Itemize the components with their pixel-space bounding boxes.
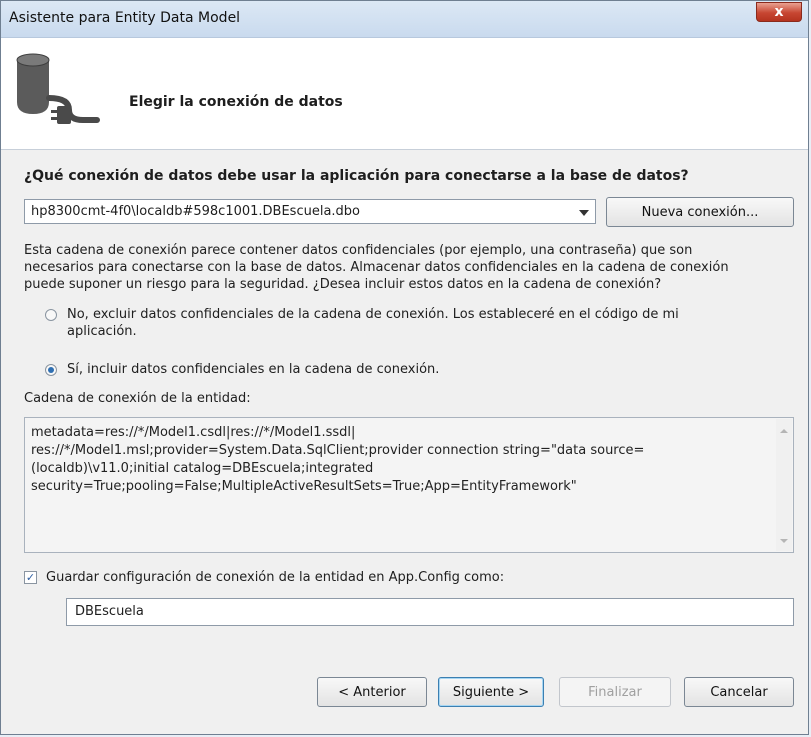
entity-data-model-wizard: Asistente para Entity Data Model x Elegi… — [0, 0, 809, 735]
vertical-scrollbar[interactable] — [776, 419, 792, 551]
warning-line: Esta cadena de conexión parece contener … — [24, 243, 693, 258]
include-sensitive-radio[interactable] — [45, 364, 57, 376]
include-sensitive-option[interactable]: Sí, incluir datos confidenciales en la c… — [45, 361, 440, 378]
exclude-sensitive-radio[interactable] — [45, 309, 57, 321]
sensitive-data-warning: Esta cadena de conexión parece contener … — [24, 242, 784, 293]
connection-dropdown-value: hp8300cmt-4f0\localdb#598c1001.DBEscuela… — [31, 204, 361, 219]
page-title: Elegir la conexión de datos — [129, 94, 343, 110]
chevron-down-icon[interactable] — [579, 210, 589, 216]
connection-string-line: security=True;pooling=False;MultipleActi… — [31, 479, 577, 494]
database-connection-icon — [16, 53, 100, 124]
previous-button[interactable]: < Anterior — [317, 677, 427, 707]
title-bar: Asistente para Entity Data Model x — [1, 1, 808, 38]
connection-dropdown[interactable]: hp8300cmt-4f0\localdb#598c1001.DBEscuela… — [24, 199, 596, 224]
connection-string-line: (localdb)\v11.0;initial catalog=DBEscuel… — [31, 461, 374, 476]
warning-line: puede suponer un riesgo para la segurida… — [24, 277, 662, 292]
scroll-down-icon[interactable] — [780, 539, 788, 543]
wizard-content: ¿Qué conexión de datos debe usar la apli… — [1, 150, 808, 734]
save-config-label: Guardar configuración de conexión de la … — [46, 570, 505, 585]
entity-connection-string[interactable]: metadata=res://*/Model1.csdl|res://*/Mod… — [24, 417, 794, 553]
finish-button: Finalizar — [559, 677, 671, 707]
exclude-sensitive-option[interactable]: No, excluir datos confidenciales de la c… — [45, 306, 679, 340]
entity-connection-label: Cadena de conexión de la entidad: — [24, 391, 251, 406]
connection-name-input[interactable]: DBEscuela — [66, 598, 794, 626]
exclude-sensitive-label: No, excluir datos confidenciales de la c… — [67, 307, 679, 322]
next-button[interactable]: Siguiente > — [438, 677, 544, 707]
connection-string-line: metadata=res://*/Model1.csdl|res://*/Mod… — [31, 425, 356, 440]
connection-string-line: res://*/Model1.msl;provider=System.Data.… — [31, 443, 645, 458]
save-config-checkbox[interactable]: ✓ — [24, 571, 37, 584]
wizard-header: Elegir la conexión de datos — [1, 38, 808, 150]
exclude-sensitive-label-cont: aplicación. — [67, 324, 137, 339]
cancel-button[interactable]: Cancelar — [684, 677, 794, 707]
window-title: Asistente para Entity Data Model — [9, 10, 241, 26]
scroll-up-icon[interactable] — [780, 429, 788, 433]
warning-line: necesarios para conectarse con la base d… — [24, 260, 729, 275]
include-sensitive-label: Sí, incluir datos confidenciales en la c… — [67, 362, 440, 377]
connection-question: ¿Qué conexión de datos debe usar la apli… — [24, 168, 689, 184]
new-connection-button[interactable]: Nueva conexión... — [606, 197, 794, 227]
close-button[interactable]: x — [756, 2, 802, 22]
